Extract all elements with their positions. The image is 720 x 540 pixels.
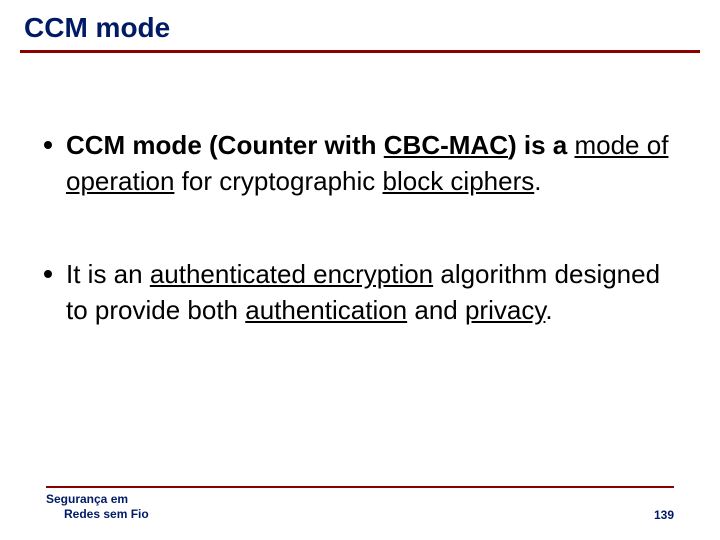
- text-run: (Counter with: [209, 130, 384, 160]
- title-divider: [20, 50, 700, 53]
- footer-line1: Segurança em: [46, 492, 128, 506]
- bullet-dot-icon: [44, 141, 52, 149]
- bullet-text: CCM mode (Counter with CBC-MAC) is a mod…: [66, 127, 674, 200]
- content-area: CCM mode (Counter with CBC-MAC) is a mod…: [16, 57, 704, 329]
- text-run: CCM mode: [66, 130, 202, 160]
- bullet-dot-icon: [44, 270, 52, 278]
- text-run: It is an: [66, 259, 150, 289]
- footer: Segurança em Redes sem Fio 139: [0, 486, 720, 522]
- slide: CCM mode CCM mode (Counter with CBC-MAC)…: [0, 0, 720, 540]
- text-run: .: [545, 295, 552, 325]
- text-run: .: [534, 166, 541, 196]
- bullet-text: It is an authenticated encryption algori…: [66, 256, 674, 329]
- text-run: and: [407, 295, 465, 325]
- slide-title: CCM mode: [24, 12, 700, 44]
- text-run: [202, 130, 209, 160]
- footer-divider: [46, 486, 674, 488]
- title-area: CCM mode: [16, 12, 704, 57]
- bullet-item: CCM mode (Counter with CBC-MAC) is a mod…: [36, 127, 674, 200]
- text-run: for cryptographic: [174, 166, 382, 196]
- footer-line2: Redes sem Fio: [46, 507, 149, 522]
- text-run: CBC-MAC: [384, 130, 508, 160]
- bullet-item: It is an authenticated encryption algori…: [36, 256, 674, 329]
- text-run: block ciphers: [383, 166, 535, 196]
- page-number: 139: [654, 508, 674, 522]
- footer-caption: Segurança em Redes sem Fio: [46, 492, 149, 522]
- text-run: authenticated encryption: [150, 259, 433, 289]
- text-run: privacy: [465, 295, 545, 325]
- text-run: authentication: [245, 295, 407, 325]
- footer-row: Segurança em Redes sem Fio 139: [46, 492, 674, 522]
- text-run: ) is a: [508, 130, 574, 160]
